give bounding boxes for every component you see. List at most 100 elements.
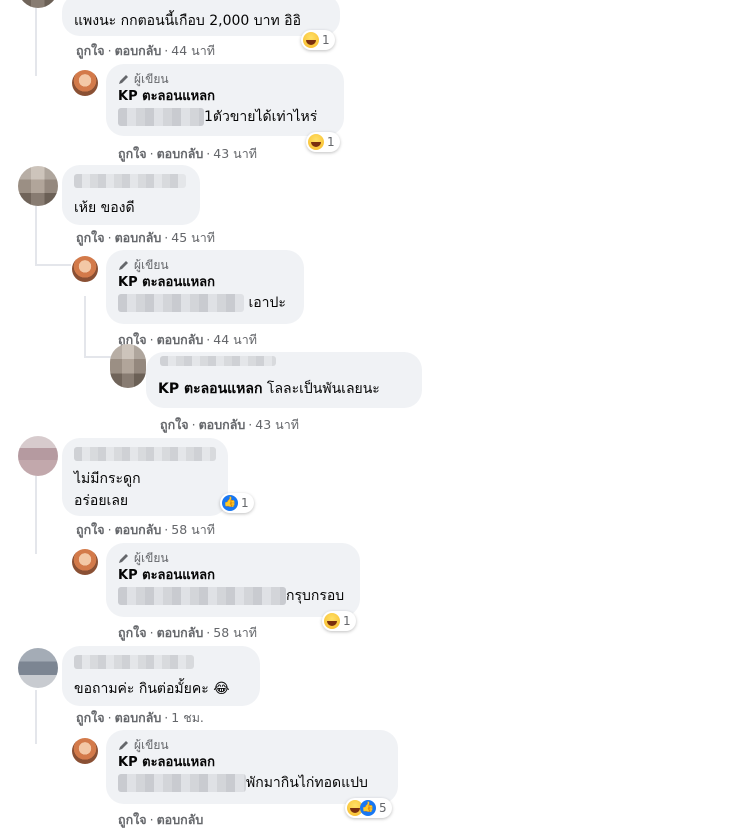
redacted-mention xyxy=(118,587,286,605)
timestamp[interactable]: 45 นาที xyxy=(171,230,215,245)
reply-link[interactable]: ตอบกลับ xyxy=(157,812,204,827)
timestamp[interactable]: 44 นาที xyxy=(213,332,257,347)
commenter-name[interactable]: KP ตะลอนแหลก xyxy=(118,754,386,772)
commenter-name[interactable]: KP ตะลอนแหลก xyxy=(118,567,348,585)
comment-text: 1ตัวขายได้เท่าไหร่ xyxy=(118,106,332,128)
redacted-mention xyxy=(118,108,204,126)
comment-text: อร่อยเลย xyxy=(74,493,129,509)
comment-text: เห้ย ของดี xyxy=(74,200,135,216)
thread-line xyxy=(35,264,71,266)
thread-line xyxy=(84,296,86,356)
reply-link[interactable]: ตอบกลับ xyxy=(115,522,162,537)
like-link[interactable]: ถูกใจ xyxy=(118,146,147,161)
author-avatar[interactable] xyxy=(72,738,98,764)
reaction-count: 1 xyxy=(343,614,351,628)
timestamp[interactable]: 58 นาที xyxy=(171,522,215,537)
reply-link[interactable]: ตอบกลับ xyxy=(199,417,246,432)
reaction-summary[interactable]: 👍 5 xyxy=(345,798,392,818)
redacted-name xyxy=(74,655,194,669)
comment-actions: ถูกใจ · ตอบกลับ · 43 นาที xyxy=(160,417,299,432)
comment-actions: ถูกใจ · ตอบกลับ · 44 นาที xyxy=(76,43,215,58)
redacted-name xyxy=(160,356,276,366)
like-link[interactable]: ถูกใจ xyxy=(160,417,189,432)
reaction-summary[interactable]: 👍 1 xyxy=(220,493,254,513)
comment-text: KP ตะลอนแหลก โลละเป็นพันเลยนะ xyxy=(158,381,380,397)
timestamp[interactable]: 44 นาที xyxy=(171,43,215,58)
commenter-avatar[interactable] xyxy=(110,344,146,388)
reply-link[interactable]: ตอบกลับ xyxy=(157,332,204,347)
comment-bubble: เห้ย ของดี xyxy=(62,165,200,225)
comment-bubble: แพงนะ กกตอนนี้เกือบ 2,000 บาท อิอิ xyxy=(62,0,340,36)
redacted-mention xyxy=(118,294,244,312)
comment-text: ไม่มีกระดูก xyxy=(74,471,141,487)
commenter-avatar[interactable] xyxy=(18,436,58,476)
reply-link[interactable]: ตอบกลับ xyxy=(115,43,162,58)
author-avatar[interactable] xyxy=(72,256,98,282)
timestamp[interactable]: 1 ชม. xyxy=(171,710,204,725)
comment-actions: ถูกใจ · ตอบกลับ · 58 นาที xyxy=(76,522,215,537)
reply-bubble: ผู้เขียน KP ตะลอนแหลก พักมากินไก่ทอดแปบ xyxy=(106,730,398,804)
comment-text: ขอถามค่ะ กินต่อมั้ยคะ 😂 xyxy=(74,681,230,697)
reaction-count: 1 xyxy=(322,33,330,47)
pencil-icon xyxy=(119,261,128,270)
redacted-mention xyxy=(118,774,246,792)
like-link[interactable]: ถูกใจ xyxy=(76,710,105,725)
author-badge: ผู้เขียน xyxy=(118,736,386,754)
reply-bubble: KP ตะลอนแหลก โลละเป็นพันเลยนะ xyxy=(146,352,422,408)
reaction-summary[interactable]: 1 xyxy=(306,132,340,152)
author-avatar[interactable] xyxy=(72,70,98,96)
comment-actions: ถูกใจ · ตอบกลับ · 45 นาที xyxy=(76,230,215,245)
commenter-avatar[interactable] xyxy=(18,166,58,206)
reaction-summary[interactable]: 1 xyxy=(301,30,335,50)
reply-link[interactable]: ตอบกลับ xyxy=(157,146,204,161)
reaction-count: 1 xyxy=(241,496,249,510)
reaction-summary[interactable]: 1 xyxy=(322,611,356,631)
reply-link[interactable]: ตอบกลับ xyxy=(157,625,204,640)
reaction-count: 5 xyxy=(379,801,387,815)
haha-icon xyxy=(308,134,324,150)
comment-text: กรุบกรอบ xyxy=(118,585,348,607)
like-link[interactable]: ถูกใจ xyxy=(118,625,147,640)
redacted-name xyxy=(74,174,186,188)
reaction-count: 1 xyxy=(327,135,335,149)
comment-actions: ถูกใจ · ตอบกลับ xyxy=(118,812,204,827)
pencil-icon xyxy=(119,741,128,750)
author-badge: ผู้เขียน xyxy=(118,70,332,88)
timestamp[interactable]: 43 นาที xyxy=(213,146,257,161)
comment-bubble: ไม่มีกระดูก อร่อยเลย xyxy=(62,438,228,516)
comment-text: แพงนะ กกตอนนี้เกือบ 2,000 บาท อิอิ xyxy=(74,13,302,29)
like-link[interactable]: ถูกใจ xyxy=(76,230,105,245)
like-link[interactable]: ถูกใจ xyxy=(76,522,105,537)
timestamp[interactable]: 43 นาที xyxy=(255,417,299,432)
thread-line xyxy=(35,198,37,264)
comment-text: เอาปะ xyxy=(118,292,292,314)
commenter-name[interactable]: KP ตะลอนแหลก xyxy=(118,274,292,292)
comment-actions: ถูกใจ · ตอบกลับ · 58 นาที xyxy=(118,625,257,640)
commenter-avatar[interactable] xyxy=(18,0,58,8)
author-badge: ผู้เขียน xyxy=(118,549,348,567)
reply-bubble: ผู้เขียน KP ตะลอนแหลก เอาปะ xyxy=(106,250,304,324)
haha-icon xyxy=(324,613,340,629)
thread-line xyxy=(35,0,37,76)
pencil-icon xyxy=(119,75,128,84)
thread-line xyxy=(84,356,112,358)
comment-actions: ถูกใจ · ตอบกลับ · 43 นาที xyxy=(118,146,257,161)
like-link[interactable]: ถูกใจ xyxy=(76,43,105,58)
author-avatar[interactable] xyxy=(72,549,98,575)
timestamp[interactable]: 58 นาที xyxy=(213,625,257,640)
commenter-avatar[interactable] xyxy=(18,648,58,688)
mention-tag[interactable]: KP ตะลอนแหลก xyxy=(158,381,262,397)
reply-link[interactable]: ตอบกลับ xyxy=(115,230,162,245)
thread-line xyxy=(35,472,37,554)
comment-bubble: ขอถามค่ะ กินต่อมั้ยคะ 😂 xyxy=(62,646,260,706)
comment-text: พักมากินไก่ทอดแปบ xyxy=(118,772,386,794)
like-icon: 👍 xyxy=(222,495,238,511)
like-link[interactable]: ถูกใจ xyxy=(118,812,147,827)
commenter-name[interactable]: KP ตะลอนแหลก xyxy=(118,88,332,106)
pencil-icon xyxy=(119,554,128,563)
reply-link[interactable]: ตอบกลับ xyxy=(115,710,162,725)
haha-icon xyxy=(303,32,319,48)
thread-line xyxy=(35,690,37,744)
author-badge: ผู้เขียน xyxy=(118,256,292,274)
comment-actions: ถูกใจ · ตอบกลับ · 1 ชม. xyxy=(76,710,204,725)
